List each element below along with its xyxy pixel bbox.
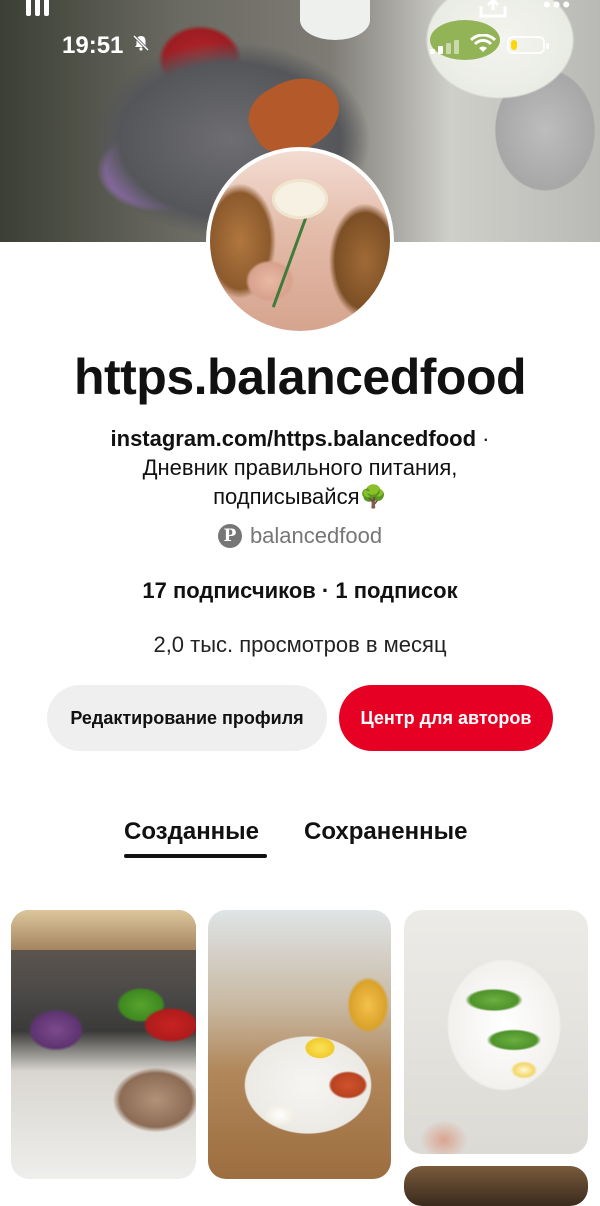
edit-profile-button[interactable]: Редактирование профиля	[47, 685, 327, 751]
top-left-icon[interactable]	[26, 0, 54, 16]
avatar-detail	[272, 179, 328, 219]
battery-icon	[507, 36, 549, 54]
status-bar: 19:51 •••	[0, 0, 600, 90]
bio-text-line: подписывайся🌳	[213, 484, 387, 509]
bio-separator: ·	[476, 426, 490, 451]
wifi-icon	[469, 33, 497, 60]
follower-stats[interactable]: 17 подписчиков · 1 подписок	[0, 578, 600, 604]
pinterest-logo-icon: P	[217, 524, 242, 548]
avatar[interactable]	[206, 147, 394, 335]
creator-hub-button[interactable]: Центр для авторов	[339, 685, 553, 751]
pin-image-detail	[11, 910, 196, 950]
more-dots-icon[interactable]: •••	[543, 0, 572, 16]
battery-level	[511, 40, 517, 50]
bell-slash-icon	[132, 34, 150, 57]
pin-card[interactable]	[404, 910, 588, 1154]
profile-bio: instagram.com/https.balancedfood · Дневн…	[60, 424, 540, 511]
username-row: P balancedfood	[0, 523, 600, 549]
active-tab-indicator	[124, 854, 267, 858]
bio-website-link[interactable]: instagram.com/https.balancedfood	[111, 426, 477, 451]
cellular-signal-icon	[430, 38, 459, 54]
username: balancedfood	[249, 523, 383, 548]
bio-text-line: Дневник правильного питания,	[142, 455, 458, 480]
pin-card[interactable]	[404, 1166, 588, 1206]
tab-created[interactable]: Созданные	[124, 818, 259, 846]
monthly-views: 2,0 тыс. просмотров в месяц	[153, 632, 447, 657]
share-upload-icon[interactable]	[478, 0, 508, 18]
status-time: 19:51	[62, 32, 124, 59]
profile-display-name: https.balancedfood	[73, 349, 527, 405]
pin-card[interactable]	[11, 910, 196, 1179]
pin-card[interactable]	[208, 910, 391, 1179]
avatar-detail	[271, 217, 308, 308]
tab-saved[interactable]: Сохраненные	[304, 818, 467, 846]
